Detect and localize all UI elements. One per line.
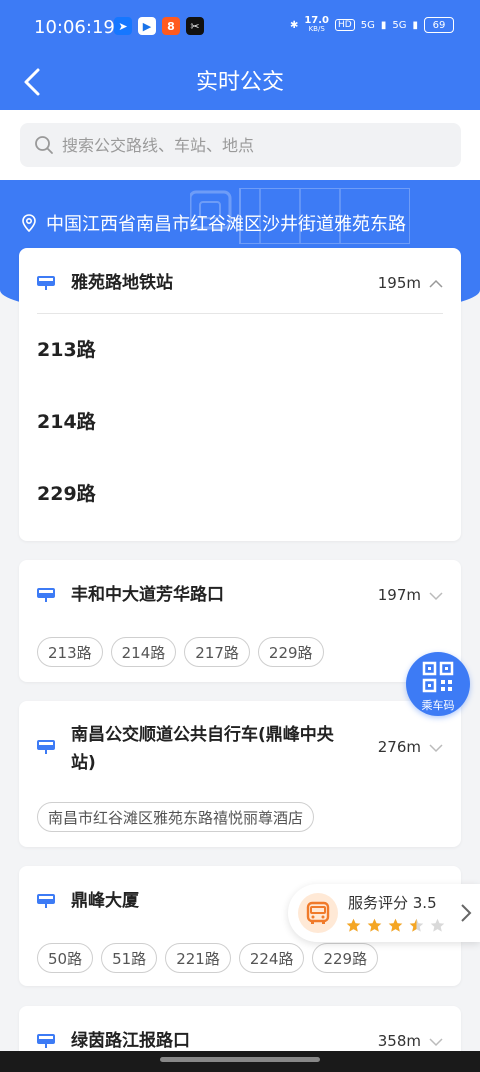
game-app-icon: 8: [162, 17, 180, 35]
stop-distance: 197m: [377, 586, 421, 604]
stop-card-header[interactable]: 丰和中大道芳华路口 197m: [19, 560, 461, 630]
search-area: [0, 110, 480, 180]
chevron-down-icon[interactable]: [429, 743, 443, 753]
stop-name-line-2: 站): [71, 753, 96, 773]
route-chip[interactable]: 214路: [110, 637, 177, 667]
search-icon: [35, 136, 53, 154]
status-bar: 10:06:19 ➤ ▶ 8 ✂ ✱ 17.0 KB/S HD 5G ▮ 5G ▮…: [0, 0, 480, 54]
rating-star: [388, 918, 403, 932]
current-location[interactable]: 中国江西省南昌市红谷滩区沙井街道雅苑东路: [20, 210, 406, 236]
home-gesture-bar[interactable]: [160, 1057, 320, 1062]
signal-bars-icon: ▮: [380, 19, 387, 31]
location-pin-icon: [22, 214, 36, 232]
system-nav-bar: [0, 1051, 480, 1072]
ride-code-button[interactable]: 乘车码: [406, 652, 470, 716]
chevron-down-icon[interactable]: [429, 1037, 443, 1047]
route-chip[interactable]: 50路: [37, 943, 94, 973]
stop-card-header[interactable]: 雅苑路地铁站 195m: [19, 248, 461, 318]
stop-distance: 276m: [377, 738, 421, 756]
app-notification-icon: ➤: [114, 17, 132, 35]
stop-distance: 358m: [377, 1032, 421, 1050]
signal-5g-icon: 5G: [360, 19, 375, 31]
rating-star: [367, 918, 382, 932]
capcut-app-icon: ✂: [186, 17, 204, 35]
search-box[interactable]: [20, 123, 461, 167]
route-chip[interactable]: 221路: [165, 943, 231, 973]
stop-name: 丰和中大道芳华路口: [71, 585, 224, 605]
route-row-229[interactable]: 229路: [37, 479, 96, 506]
signal-bars-icon-2: ▮: [412, 19, 418, 31]
rating-star: [346, 918, 361, 932]
bus-stop-sign-icon: [37, 740, 55, 754]
chevron-right-icon: [461, 904, 472, 922]
route-chip[interactable]: 229路: [257, 637, 324, 667]
app-header: 实时公交: [0, 54, 480, 110]
bus-stop-sign-icon: [37, 276, 55, 290]
route-chips: 213路 214路 217路 229路: [37, 637, 324, 667]
hd-icon: HD: [335, 19, 355, 31]
page-title: 实时公交: [195, 70, 284, 95]
route-chip[interactable]: 224路: [238, 943, 305, 973]
bus-stop-sign-icon: [37, 1034, 55, 1048]
route-chip[interactable]: 229路: [312, 943, 379, 973]
rating-star: [409, 918, 424, 932]
bus-stop-sign-icon: [37, 894, 55, 908]
stop-card: 丰和中大道芳华路口 197m 213路 214路 217路 229路: [19, 560, 461, 682]
notification-icons: ➤ ▶ 8 ✂: [114, 17, 204, 35]
route-chips: 50路 51路 221路 224路 229路: [37, 943, 379, 973]
divider: [37, 313, 443, 314]
stop-name: 雅苑路地铁站: [71, 273, 173, 293]
bus-icon: [306, 901, 330, 924]
route-chip[interactable]: 南昌市红谷滩区雅苑东路禧悦丽尊酒店: [37, 802, 315, 832]
bus-stop-sign-icon: [37, 588, 55, 602]
qr-code-icon: [422, 661, 454, 693]
battery-icon: 69: [424, 17, 454, 33]
route-row-214[interactable]: 214路: [37, 407, 96, 434]
route-chip[interactable]: 213路: [37, 637, 103, 667]
signal-5g-icon-2: 5G: [392, 19, 407, 31]
ride-code-label: 乘车码: [421, 699, 455, 712]
chevron-down-icon[interactable]: [429, 591, 443, 601]
route-chip[interactable]: 217路: [184, 637, 250, 667]
chevron-up-icon[interactable]: [429, 279, 443, 289]
route-row-213[interactable]: 213路: [37, 335, 96, 362]
bluetooth-icon: ✱: [289, 19, 299, 31]
stop-distance: 195m: [377, 274, 421, 292]
stop-name-line-1: 南昌公交顺道公共自行车(鼎峰中央: [71, 725, 334, 745]
location-text: 中国江西省南昌市红谷滩区沙井街道雅苑东路: [46, 214, 406, 235]
route-chips: 南昌市红谷滩区雅苑东路禧悦丽尊酒店: [37, 802, 315, 832]
service-rating-widget[interactable]: 服务评分 3.5: [288, 884, 480, 942]
stop-card-header[interactable]: 南昌公交顺道公共自行车(鼎峰中央 站) 276m: [19, 701, 461, 791]
stop-card: 雅苑路地铁站 195m 213路 214路 229路: [19, 248, 461, 541]
search-input[interactable]: [62, 135, 422, 155]
net-speed: 17.0 KB/S: [304, 15, 330, 34]
stop-name: 鼎峰大厦: [71, 891, 139, 911]
rating-stars: [346, 918, 445, 933]
service-rating-label: 服务评分 3.5: [348, 894, 437, 912]
status-time: 10:06:19: [34, 17, 115, 38]
status-indicators: ✱ 17.0 KB/S HD 5G ▮ 5G ▮ 69: [290, 16, 454, 34]
rating-star: [430, 918, 445, 932]
bus-badge: [298, 893, 338, 933]
route-chip[interactable]: 51路: [101, 943, 158, 973]
stop-card: 南昌公交顺道公共自行车(鼎峰中央 站) 276m 南昌市红谷滩区雅苑东路禧悦丽尊…: [19, 701, 461, 847]
video-app-icon: ▶: [138, 17, 156, 35]
